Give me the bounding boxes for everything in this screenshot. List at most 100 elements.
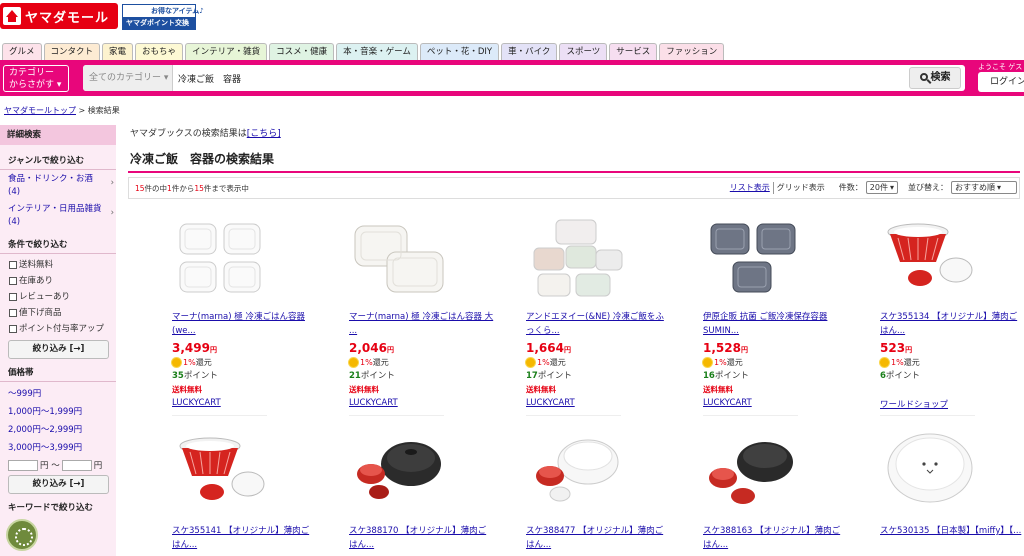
product-image[interactable] [172,214,272,304]
narrow-button-price[interactable]: 絞り込み [→] [8,475,109,494]
product-card[interactable]: 伊原企販 抗菌 ご飯冷凍保存容器 SUMIN... 1,528円 1% 還元 16ポイン… [703,214,853,416]
product-name-link[interactable]: スケ355141 【オリジナル】薄肉ごはん... [172,524,317,552]
shop-link[interactable]: LUCKYCART [349,398,398,408]
tab-3[interactable]: おもちゃ [135,43,184,60]
condition-label: 送料無料 [19,260,54,270]
product-card[interactable]: マーナ(marna) 極 冷凍ごはん容器 大 ... 2,046円 1% 還元 21ポイ… [349,214,499,416]
tab-0[interactable]: グルメ [2,43,42,60]
tab-7[interactable]: ペット・花・DIY [419,43,500,60]
condition-checkbox[interactable] [9,277,17,285]
product-name-link[interactable]: マーナ(marna) 極 冷凍ごはん容器 大 ... [349,310,494,338]
product-image[interactable] [349,428,449,518]
breadcrumb-home[interactable]: ヤマダモールトップ [4,106,76,115]
product-image[interactable] [703,428,803,518]
shop-link[interactable]: ワールドショップ [880,398,948,410]
yb-note-link[interactable]: [こちら] [247,129,281,139]
point-sun-icon [172,358,181,367]
price-link-2[interactable]: 2,000円～2,999円 [0,421,116,439]
product-image[interactable] [703,214,803,304]
product-card[interactable]: スケ388477 【オリジナル】薄肉ごはん... [526,428,676,556]
price-max-input[interactable] [61,459,92,471]
tab-5[interactable]: コスメ・健康 [269,43,335,60]
search-bar: カテゴリーからさがす ▾ 全てのカテゴリー ▾ 検索 ようこそ ゲスト ログイン [0,60,1024,96]
shop-link[interactable]: LUCKYCART [703,398,752,408]
banner-top-text: お得なアイテム♪ [151,7,204,15]
price-link-1[interactable]: 1,000円～1,999円 [0,403,116,421]
sort-select[interactable]: おすすめ順 [951,181,1017,194]
tab-8[interactable]: 車・バイク [501,43,558,60]
point-sun-icon [880,358,889,367]
shop-link[interactable]: LUCKYCART [172,398,221,408]
product-image[interactable] [349,214,449,304]
per-page-select[interactable]: 20件 [865,181,898,194]
condition-row-2: レビューあり [0,289,116,305]
product-card[interactable]: スケ530135 【日本製】【miffy】【... [880,428,1024,556]
product-card[interactable]: マーナ(marna) 極 冷凍ごはん容器 (we... 3,499円 1% 還元 35ポ… [172,214,322,416]
product-name-link[interactable]: スケ388477 【オリジナル】薄肉ごはん... [526,524,671,552]
price-link-3[interactable]: 3,000円～3,999円 [0,439,116,457]
product-image[interactable] [172,428,272,518]
eco-badge-icon[interactable] [6,519,38,551]
genre-list: 食品・ドリンク・お酒(4) › インテリア・日用品雑貨(4) › [0,173,116,229]
genre-link-0[interactable]: 食品・ドリンク・お酒(4) › [0,173,116,199]
category-browse-button[interactable]: カテゴリー からさがす ▾ [3,65,69,92]
genre-link-1[interactable]: インテリア・日用品雑貨(4) › [0,203,116,229]
tab-9[interactable]: スポーツ [559,43,608,60]
free-shipping-badge: 送料無料 [349,385,379,394]
condition-label: ポイント付与率アップ [19,324,105,334]
list-view-link[interactable]: リスト表示 [730,182,770,193]
category-select-label: 全てのカテゴリー [89,73,162,83]
yen-unit: 円 [905,346,913,354]
tab-6[interactable]: 本・音楽・ゲーム [336,43,418,60]
product-card[interactable]: スケ355141 【オリジナル】薄肉ごはん... [172,428,322,556]
price-min-input[interactable] [8,459,38,471]
product-name-link[interactable]: アンドエヌイー(&NE) 冷凍ご飯をふっくら... [526,310,671,338]
login-button[interactable]: ログイン [978,72,1024,92]
point-rate: 1% 還元 [703,357,743,368]
points-label: ポイント [183,371,218,381]
tab-2[interactable]: 家電 [102,43,134,60]
tab-1[interactable]: コンタクト [43,43,101,60]
tab-11[interactable]: ファッション [659,43,725,60]
tab-10[interactable]: サービス [609,43,658,60]
condition-checkbox[interactable] [9,261,17,269]
search-input[interactable] [178,65,878,91]
shop-link[interactable]: LUCKYCART [526,398,575,408]
count-text-3: 件まで表示中 [203,184,249,193]
point-rate: 1% 還元 [880,357,920,368]
product-name-link[interactable]: スケ388170 【オリジナル】薄肉ごはん... [349,524,494,552]
point-exchange-banner[interactable]: お得なアイテム♪ ヤマダポイント交換 [122,4,204,30]
chevron-right-icon: › [110,178,114,188]
chevron-right-icon: › [110,208,114,218]
product-image[interactable] [880,428,980,518]
category-select[interactable]: 全てのカテゴリー ▾ [83,65,173,91]
product-image[interactable] [526,214,626,304]
condition-checkbox[interactable] [9,309,17,317]
product-card[interactable]: スケ388163 【オリジナル】薄肉ごはん... [703,428,853,556]
yamada-mall-logo[interactable]: ヤマダモール [0,3,118,29]
product-name-link[interactable]: スケ355134 【オリジナル】薄肉ごはん... [880,310,1024,338]
view-controls: リスト表示 グリッド表示 件数： 20件 並び替え： おすすめ順 [730,181,1017,194]
narrow-button[interactable]: 絞り込み [→] [8,340,109,359]
product-card[interactable]: スケ388170 【オリジナル】薄肉ごはん... [349,428,499,556]
point-sun-icon [349,358,358,367]
tab-4[interactable]: インテリア・雑貨 [185,43,268,60]
product-name-link[interactable]: マーナ(marna) 極 冷凍ごはん容器 (we... [172,310,317,338]
product-card[interactable]: アンドエヌイー(&NE) 冷凍ご飯をふっくら... 1,664円 1% 還元 17ポイン… [526,214,676,416]
price-link-0[interactable]: ～999円 [0,385,116,403]
product-name-link[interactable]: スケ530135 【日本製】【miffy】【... [880,524,1024,538]
breadcrumb-sep: > [78,106,88,115]
search-button[interactable]: 検索 [909,67,961,89]
free-shipping-badge: 送料無料 [526,385,556,394]
product-name-link[interactable]: 伊原企販 抗菌 ご飯冷凍保存容器 SUMIN... [703,310,848,338]
product-name-link[interactable]: スケ388163 【オリジナル】薄肉ごはん... [703,524,848,552]
points-value: 35 [172,371,184,381]
condition-checkbox[interactable] [9,293,17,301]
points-label: ポイント [885,371,920,381]
count-total: 15 [135,184,145,193]
logo-text: ヤマダモール [25,10,110,26]
product-card[interactable]: スケ355134 【オリジナル】薄肉ごはん... 523円 1% 還元 6ポイント ワール… [880,214,1024,416]
product-image[interactable] [526,428,626,518]
condition-checkbox[interactable] [9,325,17,333]
product-image[interactable] [880,214,980,304]
